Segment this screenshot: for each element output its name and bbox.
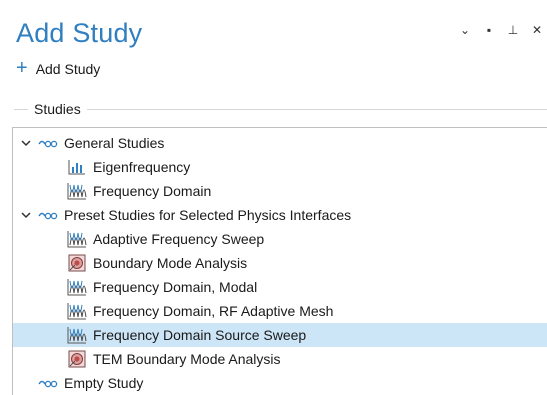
tree-group-item[interactable]: Empty Study	[13, 371, 547, 395]
tree-item-label: Frequency Domain	[93, 183, 212, 199]
section-divider	[86, 108, 547, 110]
tree-item-label: General Studies	[64, 135, 165, 151]
chevron-down-icon[interactable]	[20, 139, 32, 147]
maximize-icon[interactable]: ▪	[483, 24, 495, 36]
tree-group-item[interactable]: General Studies	[13, 131, 547, 155]
tree-item[interactable]: Boundary Mode Analysis	[13, 251, 547, 275]
tree-item-label: Eigenfrequency	[93, 159, 191, 175]
section-divider	[14, 108, 28, 110]
tree-item-label: Frequency Domain, RF Adaptive Mesh	[93, 303, 334, 319]
tree-item-label: Empty Study	[64, 375, 144, 391]
tree-item[interactable]: TEM Boundary Mode Analysis	[13, 347, 547, 371]
frequency-domain-icon	[67, 278, 87, 296]
tree-item-label: Frequency Domain, Modal	[93, 279, 258, 295]
tree-item-label: Preset Studies for Selected Physics Inte…	[64, 207, 352, 223]
bar-chart-icon	[67, 158, 87, 176]
plus-icon: +	[16, 57, 28, 79]
tree-item-label: Frequency Domain Source Sweep	[93, 327, 307, 343]
close-icon[interactable]: ✕	[531, 24, 543, 36]
frequency-domain-icon	[67, 302, 87, 320]
tree-item[interactable]: Eigenfrequency	[13, 155, 547, 179]
panel-title: Add Study	[16, 18, 143, 48]
tree-item-label: Boundary Mode Analysis	[93, 255, 248, 271]
section-label: Studies	[34, 101, 81, 117]
tree-item[interactable]: Frequency Domain, Modal	[13, 275, 547, 299]
add-study-button[interactable]: + Add Study	[16, 58, 100, 80]
add-study-label: Add Study	[35, 61, 101, 77]
chevron-down-icon[interactable]: ⌄	[459, 24, 471, 36]
chevron-down-icon[interactable]	[20, 211, 32, 219]
study-group-icon	[38, 374, 58, 392]
tree-item[interactable]: Adaptive Frequency Sweep	[13, 227, 547, 251]
frequency-domain-icon	[67, 182, 87, 200]
tree-item-label: TEM Boundary Mode Analysis	[93, 351, 281, 367]
boundary-mode-icon	[67, 350, 87, 368]
study-group-icon	[38, 134, 58, 152]
tree-item[interactable]: Frequency Domain	[13, 179, 547, 203]
tree-item-label: Adaptive Frequency Sweep	[93, 231, 265, 247]
frequency-domain-icon	[67, 326, 87, 344]
frequency-domain-icon	[67, 230, 87, 248]
tree-group-item[interactable]: Preset Studies for Selected Physics Inte…	[13, 203, 547, 227]
pin-icon[interactable]: ⊥	[507, 24, 519, 36]
study-tree: General Studies Eigenfrequency Frequency D…	[12, 127, 547, 395]
tree-item[interactable]: Frequency Domain, RF Adaptive Mesh	[13, 299, 547, 323]
studies-section-header: Studies	[14, 99, 547, 119]
tree-item[interactable]: Frequency Domain Source Sweep	[13, 323, 547, 347]
window-controls: ⌄ ▪ ⊥ ✕	[459, 24, 543, 36]
boundary-mode-icon	[67, 254, 87, 272]
study-group-icon	[38, 206, 58, 224]
